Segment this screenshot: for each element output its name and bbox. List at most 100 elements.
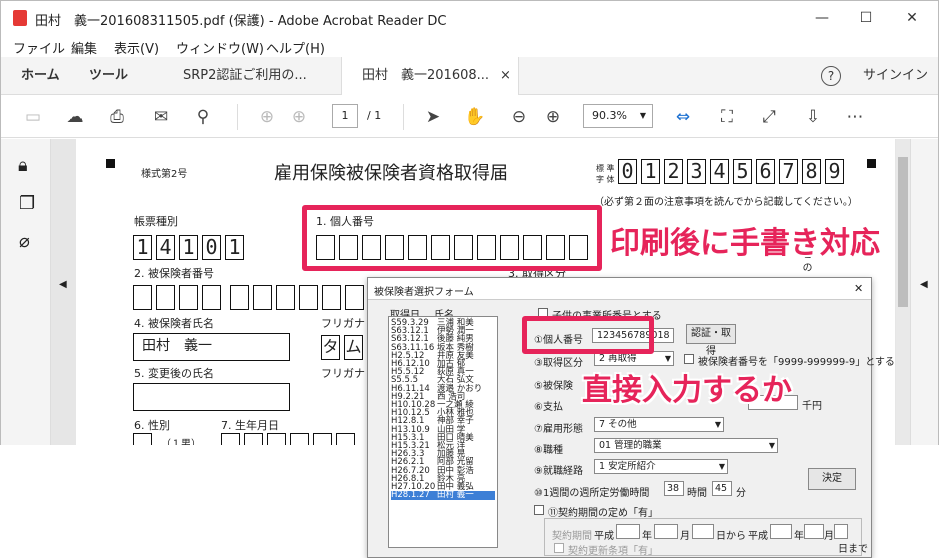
- route-select[interactable]: 1 安定所紹介 ▼: [594, 459, 728, 474]
- toolbar-divider: [237, 104, 238, 130]
- end-month-input[interactable]: [804, 524, 824, 539]
- menu-file[interactable]: ファイル: [13, 38, 65, 57]
- form-type-digit-box: 1: [133, 235, 152, 260]
- next-page-icon[interactable]: ⊕: [287, 105, 311, 129]
- year-label: 年: [794, 531, 804, 542]
- birthdate-box: [290, 433, 309, 445]
- start-day-input[interactable]: [692, 524, 714, 539]
- employee-list[interactable]: S59.3.29 三浦 和美 S63.12.1 伊勢 潤一 S63.12.1 後藤 純男 S…: [388, 316, 498, 548]
- list-item-name: 田村 義一: [437, 490, 474, 501]
- zoom-select[interactable]: 90.3% ▼: [583, 104, 653, 128]
- attachment-icon[interactable]: ⌀: [19, 231, 30, 252]
- zoom-out-icon[interactable]: ⊖: [507, 105, 531, 129]
- fit-page-icon[interactable]: ⛶: [715, 105, 739, 129]
- renew-checkbox[interactable]: [554, 543, 564, 553]
- employ-type-select[interactable]: 7 その他 ▼: [594, 417, 724, 432]
- employ-type-value: 7 その他: [599, 419, 637, 430]
- collapse-left-icon[interactable]: ◀: [59, 279, 67, 290]
- full-screen-icon[interactable]: ⤢: [757, 105, 781, 129]
- save-icon[interactable]: ▭: [21, 105, 45, 129]
- email-icon[interactable]: ✉: [149, 105, 173, 129]
- decide-button[interactable]: 決定: [808, 468, 856, 490]
- print-icon[interactable]: ⎙: [105, 105, 129, 129]
- job-label: ⑧職種: [534, 445, 563, 456]
- list-item[interactable]: H28.1.27 田村 義一: [391, 491, 495, 500]
- scroll-thumb[interactable]: [898, 157, 908, 307]
- help-icon[interactable]: ?: [821, 66, 841, 86]
- zoom-value: 90.3%: [592, 109, 627, 122]
- form-type-label: 帳票種別: [134, 215, 178, 228]
- end-year-input[interactable]: [770, 524, 792, 539]
- standard-digit-box: 5: [733, 159, 752, 184]
- auth-button[interactable]: 認証・取得: [686, 324, 736, 357]
- insured-number-box: [276, 285, 295, 310]
- contract-check-label: ⑪契約期間の定め「有」: [548, 508, 658, 519]
- menu-view[interactable]: 表示(V): [114, 38, 159, 57]
- toolbar-divider: [403, 104, 404, 130]
- tab-close-icon[interactable]: ×: [500, 57, 511, 95]
- tab-home[interactable]: ホーム: [21, 57, 60, 95]
- toolbar: ▭ ☁ ⎙ ✉ ⚲ ⊕ ⊕ 1 / 1 ➤ ✋ ⊖ ⊕ 90.3% ▼ ⇔ ⛶ ⤢…: [1, 96, 938, 138]
- tab-document-1[interactable]: SRP2認証ご利用の...: [183, 57, 307, 95]
- previous-page-icon[interactable]: ⊕: [255, 105, 279, 129]
- list-item-date: H28.1.27: [391, 490, 430, 501]
- menu-help[interactable]: ヘルプ(H): [266, 38, 325, 57]
- contract-checkbox[interactable]: [534, 505, 544, 515]
- upload-cloud-icon[interactable]: ☁: [63, 105, 87, 129]
- sign-in-link[interactable]: サインイン: [863, 57, 928, 95]
- hand-tool-icon[interactable]: ✋: [463, 105, 487, 129]
- close-window-button[interactable]: ✕: [897, 7, 927, 29]
- birthdate-box: [221, 433, 240, 445]
- end-day-input[interactable]: [834, 524, 848, 539]
- instruction-note: （必ず第２面の注意事項を読んでから記載してください。）: [594, 197, 858, 208]
- cause-label: ⑤被保険: [534, 381, 573, 392]
- search-icon[interactable]: ⚲: [191, 105, 215, 129]
- menu-window[interactable]: ウィンドウ(W): [176, 38, 264, 57]
- birthdate-box: [313, 433, 332, 445]
- sex-label: 6. 性別: [134, 419, 170, 432]
- minutes-unit: 分: [736, 488, 746, 499]
- insured-name-field: 田村 義一: [133, 333, 290, 361]
- acquire-value: 2 再取得: [599, 353, 637, 364]
- standard-digit-box: 0: [618, 159, 637, 184]
- lock-icon[interactable]: 🔒︎: [18, 155, 28, 176]
- route-label: ⑨就職経路: [534, 466, 583, 477]
- month-label: 月: [680, 531, 690, 542]
- expand-right-icon[interactable]: ◀: [920, 279, 928, 290]
- maximize-button[interactable]: ☐: [851, 7, 881, 29]
- tab-tools[interactable]: ツール: [89, 57, 128, 95]
- hours-unit: 時間: [687, 488, 707, 499]
- insured-number-box: [156, 285, 175, 310]
- insured-name-label: 4. 被保険者氏名: [134, 317, 214, 330]
- more-options-icon[interactable]: ⋯: [843, 105, 867, 129]
- pages-icon[interactable]: ❐: [19, 193, 35, 214]
- job-select[interactable]: 01 管理的職業 ▼: [594, 438, 778, 453]
- employ-type-label: ⑦雇用形態: [534, 424, 583, 435]
- pdf-file-icon: [13, 10, 27, 26]
- dialog-close-icon[interactable]: ✕: [854, 282, 863, 295]
- fit-width-icon[interactable]: ⇔: [671, 105, 695, 129]
- page-number-input[interactable]: 1: [332, 104, 358, 128]
- insured-number-checkbox[interactable]: [684, 354, 694, 364]
- menu-edit[interactable]: 編集: [71, 38, 97, 57]
- minutes-input[interactable]: 45: [712, 481, 732, 496]
- dialog-mynumber-highlight: [522, 316, 654, 354]
- start-year-input[interactable]: [616, 524, 640, 539]
- tab-document-2[interactable]: 田村 義一201608... ×: [341, 57, 519, 95]
- minimize-button[interactable]: —: [807, 7, 837, 29]
- zoom-in-icon[interactable]: ⊕: [541, 105, 565, 129]
- direct-input-callout: 直接入力するか: [582, 373, 792, 408]
- page-total: / 1: [367, 109, 382, 122]
- chevron-down-icon: ▼: [714, 420, 721, 429]
- read-mode-icon[interactable]: ⇩: [801, 105, 825, 129]
- form-number: 様式第2号: [141, 169, 188, 180]
- dialog-title: 被保険者選択フォーム: [374, 287, 474, 298]
- hours-input[interactable]: 38: [664, 481, 684, 496]
- select-cursor-icon[interactable]: ➤: [421, 105, 445, 129]
- tab-document-2-label: 田村 義一201608...: [362, 68, 490, 83]
- start-month-input[interactable]: [654, 524, 678, 539]
- insured-number-box: [345, 285, 364, 310]
- birthdate-box: [336, 433, 355, 445]
- insured-number-label: 2. 被保険者番号: [134, 267, 214, 280]
- standard-digit-box: 3: [687, 159, 706, 184]
